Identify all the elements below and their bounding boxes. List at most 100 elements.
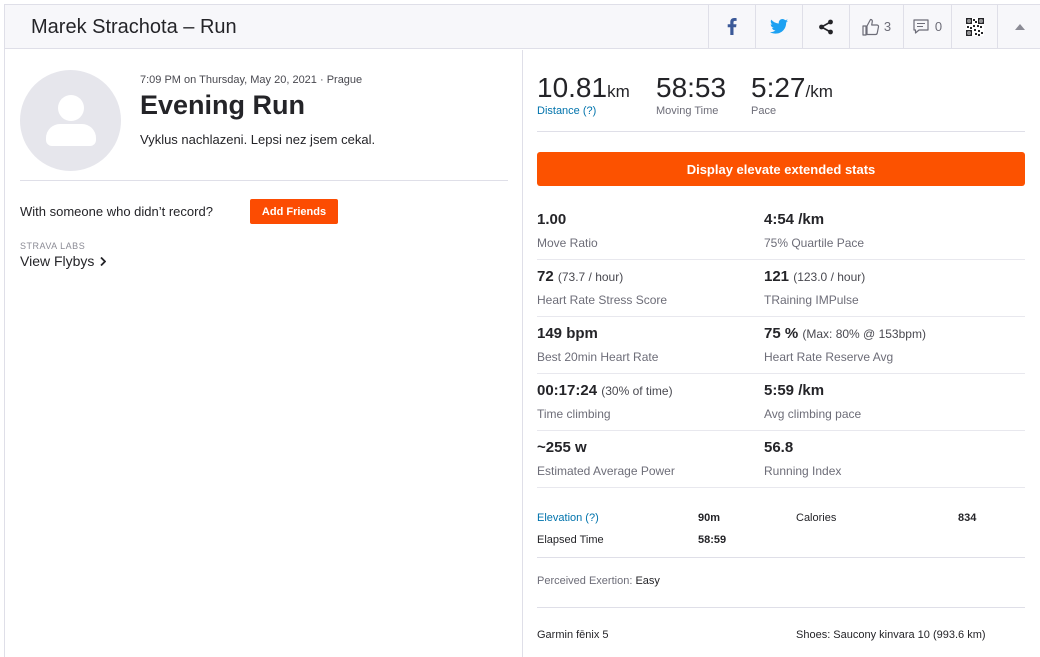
activity-summary: 7:09 PM on Thursday, May 20, 2021 · Prag… — [5, 50, 523, 657]
stat-label: Running Index — [764, 464, 842, 478]
moving-time-value: 58:53 — [656, 72, 727, 103]
stat-value: 5:59 /km — [764, 382, 825, 399]
strava-labs-label: STRAVA LABS — [20, 241, 86, 251]
share-icon — [819, 19, 833, 34]
activity-date: 7:09 PM on Thursday, May 20, 2021 · Prag… — [140, 74, 363, 86]
activity-name: Evening Run — [140, 90, 306, 120]
stat-cell: 121 (123.0 / hour) TRaining IMPulse — [764, 268, 865, 307]
stat-label: Estimated Average Power — [537, 464, 675, 478]
with-someone-text: With someone who didn’t record? — [20, 204, 213, 219]
stat-cell: 56.8 Running Index — [764, 439, 841, 478]
primary-stats: 10.81km Distance (?) 58:53 Moving Time 5… — [537, 50, 1025, 132]
add-friends-button[interactable]: Add Friends — [250, 199, 338, 224]
calories-value: 834 — [958, 512, 977, 524]
avatar-body-shape — [46, 124, 96, 146]
stat-subvalue: (73.7 / hour) — [557, 270, 624, 284]
stat-label: Avg climbing pace — [764, 407, 862, 421]
comment-count: 0 — [934, 19, 943, 34]
kudos-count: 3 — [883, 19, 892, 34]
stat-label: Time climbing — [537, 407, 611, 421]
qr-code-button[interactable] — [951, 5, 997, 48]
stat-pace: 5:27/km Pace — [751, 72, 833, 117]
elapsed-time-label: Elapsed Time — [537, 534, 604, 546]
stat-moving-time: 58:53 Moving Time — [656, 72, 726, 117]
stat-value: 121 — [764, 268, 790, 285]
chevron-right-icon — [100, 256, 107, 266]
collapse-button[interactable] — [997, 5, 1040, 48]
page-title: Marek Strachota – Run — [31, 16, 237, 38]
divider — [20, 180, 508, 181]
stat-value: 56.8 — [764, 439, 794, 456]
perceived-exertion-value: Easy — [635, 575, 660, 587]
twitter-share-button[interactable] — [755, 5, 802, 48]
perceived-exertion-label: Perceived Exertion: — [537, 575, 633, 587]
divider — [537, 607, 1025, 608]
stat-value: 149 bpm — [537, 325, 598, 342]
activity-header: Marek Strachota – Run 3 0 — [5, 5, 1040, 49]
avatar-head-shape — [58, 95, 84, 121]
elapsed-time-value: 58:59 — [698, 534, 727, 546]
stat-value: 75 % — [764, 325, 799, 342]
stat-subvalue: (123.0 / hour) — [793, 270, 866, 284]
avatar[interactable] — [20, 70, 121, 171]
distance-label[interactable]: Distance (?) — [537, 105, 630, 117]
device-name: Garmin fēnix 5 — [537, 629, 609, 641]
stats-row: 00:17:24 (30% of time) Time climbing 5:59… — [537, 374, 1025, 431]
display-extended-stats-button[interactable]: Display elevate extended stats — [537, 152, 1025, 186]
stat-value: 1.00 — [537, 211, 567, 228]
distance-unit: km — [607, 82, 630, 101]
thumbs-up-icon — [862, 18, 880, 36]
more-stats: Elevation (?) 90m Calories 834 Elapsed T… — [537, 506, 1025, 558]
shoes-info[interactable]: Shoes: Saucony kinvara 10 (993.6 km) — [796, 629, 986, 641]
stat-subvalue: (30% of time) — [601, 384, 673, 398]
qr-code-icon — [965, 17, 984, 36]
elevation-value: 90m — [698, 512, 721, 524]
activity-description: Vyklus nachlazeni. Lepsi nez jsem cekal. — [140, 132, 376, 147]
perceived-exertion: Perceived Exertion: Easy — [537, 575, 660, 587]
stat-cell: 75 % (Max: 80% @ 153bpm) Heart Rate Reser… — [764, 325, 926, 364]
stat-cell: ~255 w Estimated Average Power — [537, 439, 675, 478]
stat-value: ~255 w — [537, 439, 587, 456]
facebook-icon — [727, 18, 737, 35]
stat-cell: 149 bpm Best 20min Heart Rate — [537, 325, 658, 364]
view-flybys-link[interactable]: View Flybys — [20, 253, 107, 269]
stat-cell: 1.00 Move Ratio — [537, 211, 598, 250]
extended-stats-grid: 1.00 Move Ratio 4:54 /km 75% Quartile Pace… — [537, 203, 1025, 488]
stat-value: 4:54 /km — [764, 211, 825, 228]
stat-value: 72 — [537, 268, 554, 285]
twitter-icon — [770, 19, 788, 34]
stat-label: TRaining IMPulse — [764, 293, 859, 307]
stat-cell: 4:54 /km 75% Quartile Pace — [764, 211, 864, 250]
stat-label: Heart Rate Stress Score — [537, 293, 668, 307]
stat-label: Best 20min Heart Rate — [537, 350, 659, 364]
stat-subvalue: (Max: 80% @ 153bpm) — [802, 327, 926, 341]
activity-frame: Marek Strachota – Run 3 0 7:09 PM on Thu… — [4, 4, 1040, 657]
calories-label: Calories — [796, 512, 837, 524]
distance-value: 10.81 — [537, 72, 608, 103]
stat-label: Heart Rate Reserve Avg — [764, 350, 894, 364]
pace-label: Pace — [751, 105, 777, 117]
facebook-share-button[interactable] — [708, 5, 755, 48]
stat-cell: 72 (73.7 / hour) Heart Rate Stress Score — [537, 268, 667, 307]
pace-unit: /km — [805, 82, 833, 101]
comment-icon — [913, 19, 929, 34]
share-button[interactable] — [802, 5, 849, 48]
elevation-label[interactable]: Elevation (?) — [537, 512, 599, 524]
stats-row: 149 bpm Best 20min Heart Rate 75 % (Max: … — [537, 317, 1025, 374]
pace-value: 5:27 — [751, 72, 806, 103]
view-flybys-label: View Flybys — [20, 253, 95, 269]
stats-row: 1.00 Move Ratio 4:54 /km 75% Quartile Pace — [537, 203, 1025, 260]
header-actions: 3 0 — [708, 5, 1040, 48]
stats-row: ~255 w Estimated Average Power 56.8 Runnin… — [537, 431, 1025, 488]
stats-row: 72 (73.7 / hour) Heart Rate Stress Score … — [537, 260, 1025, 317]
stat-value: 00:17:24 — [537, 382, 598, 399]
stat-distance: 10.81km Distance (?) — [537, 72, 630, 117]
moving-time-label: Moving Time — [656, 105, 719, 117]
caret-up-icon — [1014, 23, 1025, 30]
stat-label: 75% Quartile Pace — [764, 236, 865, 250]
stat-label: Move Ratio — [537, 236, 598, 250]
kudos-button[interactable]: 3 — [849, 5, 903, 48]
stat-cell: 00:17:24 (30% of time) Time climbing — [537, 382, 673, 421]
stat-cell: 5:59 /km Avg climbing pace — [764, 382, 861, 421]
comments-button[interactable]: 0 — [903, 5, 951, 48]
